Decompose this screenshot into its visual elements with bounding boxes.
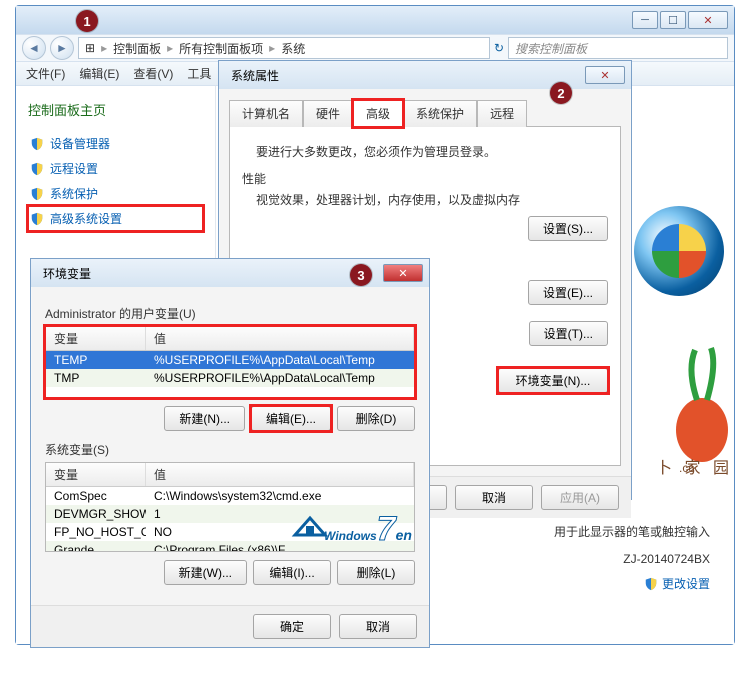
menu-file[interactable]: 文件(F) xyxy=(26,65,65,82)
search-placeholder: 搜索控制面板 xyxy=(515,40,587,57)
sidebar-item-device-manager[interactable]: 设备管理器 xyxy=(28,131,203,156)
sys-vars-list[interactable]: 变量 值 ComSpecC:\Windows\system32\cmd.exe … xyxy=(45,462,415,552)
list-row[interactable]: DEVMGR_SHOW_...1 xyxy=(46,505,414,523)
user-vars-label: Administrator 的用户变量(U) xyxy=(45,305,415,322)
tab-advanced[interactable]: 高级 xyxy=(353,100,403,127)
breadcrumb-icon: ⊞ xyxy=(85,41,95,55)
refresh-icon[interactable]: ↻ xyxy=(494,41,504,55)
group-performance-desc: 视觉效果，处理器计划，内存使用，以及虚拟内存 xyxy=(256,191,608,208)
sidebar-item-label: 高级系统设置 xyxy=(50,210,122,227)
tab-protection[interactable]: 系统保护 xyxy=(403,100,477,127)
list-row[interactable]: TEMP %USERPROFILE%\AppData\Local\Temp xyxy=(46,351,414,369)
cancel-button[interactable]: 取消 xyxy=(455,485,533,510)
change-settings-link[interactable]: 更改设置 xyxy=(644,575,710,592)
sidebar-item-label: 远程设置 xyxy=(50,160,98,177)
explorer-titlebar: ─ ☐ ✕ xyxy=(16,6,734,34)
menu-view[interactable]: 查看(V) xyxy=(133,65,173,82)
list-row[interactable]: ComSpecC:\Windows\system32\cmd.exe xyxy=(46,487,414,505)
user-vars-list[interactable]: 变量 值 TEMP %USERPROFILE%\AppData\Local\Te… xyxy=(45,326,415,398)
col-header-var[interactable]: 变量 xyxy=(46,327,146,350)
footer-hint: 用于此显示器的笔或触控输入 xyxy=(554,523,710,540)
sysprop-title: 系统属性 xyxy=(225,67,279,84)
annotation-badge-2: 2 xyxy=(550,82,572,104)
search-input[interactable]: 搜索控制面板 xyxy=(508,37,728,59)
breadcrumb-item[interactable]: 所有控制面板项 xyxy=(179,40,263,57)
close-button[interactable]: ✕ xyxy=(383,264,423,282)
col-header-val[interactable]: 值 xyxy=(146,463,414,486)
sidebar-item-label: 设备管理器 xyxy=(50,135,110,152)
annotation-badge-1: 1 xyxy=(76,10,98,32)
apply-button[interactable]: 应用(A) xyxy=(541,485,619,510)
env-title: 环境变量 xyxy=(37,265,91,282)
sys-vars-label: 系统变量(S) xyxy=(45,441,415,458)
user-new-button[interactable]: 新建(N)... xyxy=(164,406,245,431)
list-row[interactable]: GrandeC:\Program Files (x86)\F... xyxy=(46,541,414,552)
sidebar-item-label: 系统保护 xyxy=(50,185,98,202)
nav-back-button[interactable]: ◄ xyxy=(22,36,46,60)
tab-computer-name[interactable]: 计算机名 xyxy=(229,100,303,127)
nav-forward-button[interactable]: ► xyxy=(50,36,74,60)
breadcrumb-item[interactable]: 系统 xyxy=(281,40,305,57)
sidebar-title: 控制面板主页 xyxy=(28,100,203,119)
cancel-button[interactable]: 取消 xyxy=(339,614,417,639)
var-name: TEMP xyxy=(46,352,146,368)
mascot-text: 卜 家 园 xyxy=(656,454,733,478)
list-row[interactable]: FP_NO_HOST_C...NO xyxy=(46,523,414,541)
shield-icon xyxy=(30,162,44,176)
windows-logo xyxy=(634,206,724,296)
shield-icon xyxy=(30,137,44,151)
nav-row: ◄ ► ⊞ ▸ 控制面板 ▸ 所有控制面板项 ▸ 系统 ↻ 搜索控制面板 xyxy=(16,34,734,62)
performance-settings-button[interactable]: 设置(S)... xyxy=(528,216,608,241)
sys-new-button[interactable]: 新建(W)... xyxy=(164,560,247,585)
maximize-button[interactable]: ☐ xyxy=(660,11,686,29)
sidebar-item-protection[interactable]: 系统保护 xyxy=(28,181,203,206)
minimize-button[interactable]: ─ xyxy=(632,11,658,29)
shield-icon xyxy=(30,212,44,226)
var-name: TMP xyxy=(46,370,146,386)
close-button[interactable]: ✕ xyxy=(585,66,625,84)
tab-hardware[interactable]: 硬件 xyxy=(303,100,353,127)
change-settings-label: 更改设置 xyxy=(662,575,710,592)
annotation-badge-3: 3 xyxy=(350,264,372,286)
shield-icon xyxy=(30,187,44,201)
user-edit-button[interactable]: 编辑(E)... xyxy=(251,406,331,431)
col-header-val[interactable]: 值 xyxy=(146,327,414,350)
sys-delete-button[interactable]: 删除(L) xyxy=(337,560,415,585)
env-vars-button[interactable]: 环境变量(N)... xyxy=(498,368,608,393)
ok-button[interactable]: 确定 xyxy=(253,614,331,639)
tab-remote[interactable]: 远程 xyxy=(477,100,527,127)
intro-text: 要进行大多数更改，您必须作为管理员登录。 xyxy=(256,143,608,160)
env-vars-dialog: 环境变量 ✕ Administrator 的用户变量(U) 变量 值 TEMP … xyxy=(30,258,430,648)
list-row[interactable]: TMP %USERPROFILE%\AppData\Local\Temp xyxy=(46,369,414,387)
col-header-var[interactable]: 变量 xyxy=(46,463,146,486)
breadcrumb[interactable]: ⊞ ▸ 控制面板 ▸ 所有控制面板项 ▸ 系统 xyxy=(78,37,490,59)
sidebar-item-advanced[interactable]: 高级系统设置 xyxy=(28,206,203,231)
user-delete-button[interactable]: 删除(D) xyxy=(337,406,415,431)
computer-id: ZJ-20140724BX xyxy=(410,552,710,566)
menu-tools[interactable]: 工具 xyxy=(187,65,211,82)
breadcrumb-item[interactable]: 控制面板 xyxy=(113,40,161,57)
var-value: %USERPROFILE%\AppData\Local\Temp xyxy=(146,352,414,368)
var-value: %USERPROFILE%\AppData\Local\Temp xyxy=(146,370,414,386)
sys-edit-button[interactable]: 编辑(I)... xyxy=(253,560,331,585)
group-performance-title: 性能 xyxy=(242,170,608,187)
sidebar-item-remote[interactable]: 远程设置 xyxy=(28,156,203,181)
shield-icon xyxy=(644,577,658,591)
menu-edit[interactable]: 编辑(E) xyxy=(79,65,119,82)
env-buttons: 确定 取消 xyxy=(31,605,429,647)
close-button[interactable]: ✕ xyxy=(688,11,728,29)
profiles-settings-button[interactable]: 设置(E)... xyxy=(528,280,608,305)
startup-settings-button[interactable]: 设置(T)... xyxy=(529,321,608,346)
